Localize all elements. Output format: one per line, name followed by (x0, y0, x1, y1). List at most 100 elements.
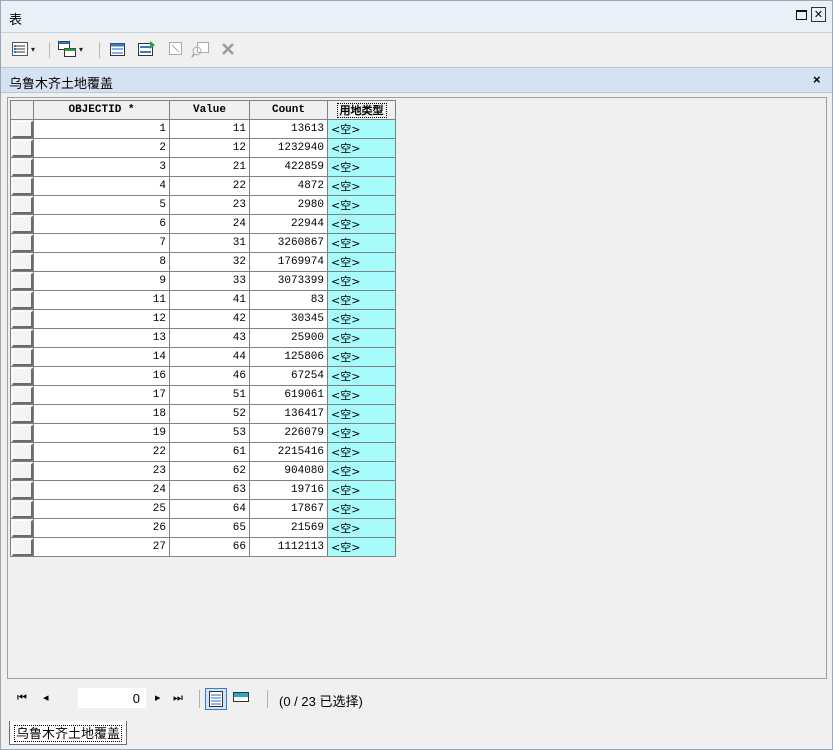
cell-count[interactable]: 904080 (249, 461, 328, 481)
cell-count[interactable]: 21569 (249, 518, 328, 538)
column-header-land-type[interactable]: 用地类型 (327, 100, 396, 120)
table-row[interactable]: 18 52 136417 <空> (10, 404, 396, 424)
cell-count[interactable]: 19716 (249, 480, 328, 500)
cell-count[interactable]: 1112113 (249, 537, 328, 557)
cell-count[interactable]: 22944 (249, 214, 328, 234)
cell-count[interactable]: 17867 (249, 499, 328, 519)
cell-value[interactable]: 31 (169, 233, 250, 253)
row-selector[interactable] (10, 290, 34, 310)
cell-land-type[interactable]: <空> (327, 138, 396, 158)
row-selector[interactable] (10, 442, 34, 462)
cell-objectid[interactable]: 7 (33, 233, 170, 253)
table-row[interactable]: 23 62 904080 <空> (10, 461, 396, 481)
cell-value[interactable]: 53 (169, 423, 250, 443)
close-tab-button[interactable]: × (813, 72, 821, 87)
cell-value[interactable]: 21 (169, 157, 250, 177)
table-row[interactable]: 13 43 25900 <空> (10, 328, 396, 348)
row-selector[interactable] (10, 385, 34, 405)
previous-record-button[interactable]: ◂ (43, 691, 49, 704)
cell-value[interactable]: 33 (169, 271, 250, 291)
cell-land-type[interactable]: <空> (327, 366, 396, 386)
cell-value[interactable]: 41 (169, 290, 250, 310)
table-row[interactable]: 24 63 19716 <空> (10, 480, 396, 500)
first-record-button[interactable]: ⏮ (17, 691, 27, 705)
next-record-button[interactable]: ▸ (155, 691, 161, 704)
cell-objectid[interactable]: 18 (33, 404, 170, 424)
table-row[interactable]: 1 11 13613 <空> (10, 119, 396, 139)
cell-land-type[interactable]: <空> (327, 461, 396, 481)
select-all-header[interactable] (10, 100, 34, 120)
current-record-input[interactable]: 0 (77, 687, 147, 709)
table-row[interactable]: 17 51 619061 <空> (10, 385, 396, 405)
row-selector[interactable] (10, 480, 34, 500)
cell-value[interactable]: 64 (169, 499, 250, 519)
bottom-table-tab[interactable]: 乌鲁木齐土地覆盖 (9, 721, 128, 745)
table-row[interactable]: 27 66 1112113 <空> (10, 537, 396, 557)
cell-land-type[interactable]: <空> (327, 499, 396, 519)
cell-objectid[interactable]: 25 (33, 499, 170, 519)
column-header-value[interactable]: Value (169, 100, 250, 120)
attribute-table-grid[interactable]: OBJECTID * Value Count 用地类型 1 11 13613 <空> 2… (7, 97, 827, 679)
cell-objectid[interactable]: 12 (33, 309, 170, 329)
cell-value[interactable]: 43 (169, 328, 250, 348)
table-row[interactable]: 14 44 125806 <空> (10, 347, 396, 367)
cell-count[interactable]: 125806 (249, 347, 328, 367)
cell-objectid[interactable]: 19 (33, 423, 170, 443)
cell-value[interactable]: 42 (169, 309, 250, 329)
row-selector[interactable] (10, 252, 34, 272)
row-selector[interactable] (10, 195, 34, 215)
related-tables-button[interactable]: ▾ (57, 40, 83, 60)
cell-land-type[interactable]: <空> (327, 176, 396, 196)
cell-objectid[interactable]: 17 (33, 385, 170, 405)
cell-value[interactable]: 65 (169, 518, 250, 538)
close-window-button[interactable]: ✕ (811, 7, 826, 22)
cell-count[interactable]: 1769974 (249, 252, 328, 272)
zoom-to-selected-button[interactable] (191, 40, 211, 60)
cell-count[interactable]: 619061 (249, 385, 328, 405)
cell-land-type[interactable]: <空> (327, 119, 396, 139)
cell-objectid[interactable]: 8 (33, 252, 170, 272)
cell-land-type[interactable]: <空> (327, 309, 396, 329)
cell-count[interactable]: 30345 (249, 309, 328, 329)
cell-land-type[interactable]: <空> (327, 347, 396, 367)
cell-value[interactable]: 12 (169, 138, 250, 158)
cell-land-type[interactable]: <空> (327, 423, 396, 443)
table-row[interactable]: 8 32 1769974 <空> (10, 252, 396, 272)
cell-objectid[interactable]: 16 (33, 366, 170, 386)
cell-objectid[interactable]: 11 (33, 290, 170, 310)
table-row[interactable]: 3 21 422859 <空> (10, 157, 396, 177)
restore-button[interactable] (793, 7, 809, 23)
cell-land-type[interactable]: <空> (327, 290, 396, 310)
cell-value[interactable]: 24 (169, 214, 250, 234)
table-row[interactable]: 4 22 4872 <空> (10, 176, 396, 196)
row-selector[interactable] (10, 214, 34, 234)
cell-value[interactable]: 23 (169, 195, 250, 215)
cell-value[interactable]: 61 (169, 442, 250, 462)
cell-value[interactable]: 22 (169, 176, 250, 196)
row-selector[interactable] (10, 271, 34, 291)
table-row[interactable]: 2 12 1232940 <空> (10, 138, 396, 158)
cell-count[interactable]: 25900 (249, 328, 328, 348)
clear-selection-button[interactable] (167, 40, 185, 60)
cell-land-type[interactable]: <空> (327, 252, 396, 272)
last-record-button[interactable]: ⏭ (173, 691, 183, 705)
table-row[interactable]: 5 23 2980 <空> (10, 195, 396, 215)
cell-land-type[interactable]: <空> (327, 157, 396, 177)
row-selector[interactable] (10, 461, 34, 481)
cell-objectid[interactable]: 2 (33, 138, 170, 158)
cell-land-type[interactable]: <空> (327, 537, 396, 557)
row-selector[interactable] (10, 157, 34, 177)
column-header-objectid[interactable]: OBJECTID * (33, 100, 170, 120)
table-row[interactable]: 6 24 22944 <空> (10, 214, 396, 234)
cell-value[interactable]: 11 (169, 119, 250, 139)
row-selector[interactable] (10, 119, 34, 139)
cell-land-type[interactable]: <空> (327, 480, 396, 500)
cell-land-type[interactable]: <空> (327, 385, 396, 405)
cell-objectid[interactable]: 1 (33, 119, 170, 139)
cell-count[interactable]: 1232940 (249, 138, 328, 158)
table-options-button[interactable]: ▾ (11, 40, 35, 60)
cell-value[interactable]: 62 (169, 461, 250, 481)
cell-objectid[interactable]: 9 (33, 271, 170, 291)
table-row[interactable]: 12 42 30345 <空> (10, 309, 396, 329)
row-selector[interactable] (10, 328, 34, 348)
